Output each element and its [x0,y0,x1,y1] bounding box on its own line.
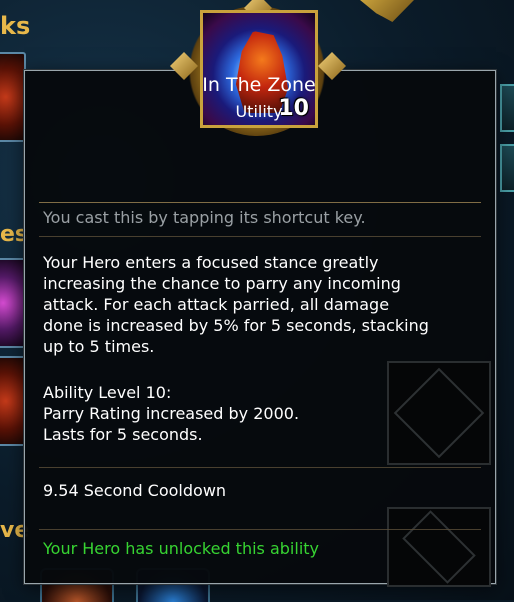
section-header-abilities: ks [0,12,31,40]
divider [39,467,481,468]
ability-level-details: Ability Level 10: Parry Rating increased… [43,382,463,445]
description-line: increasing the chance to parry any incom… [43,274,401,293]
ability-slot-3[interactable] [0,356,26,446]
description-line: up to 5 times. [43,337,155,356]
ability-tooltip: You cast this by tapping its shortcut ke… [24,70,496,587]
level-detail-line: Parry Rating increased by 2000. [43,404,300,423]
unlock-status-text: Your Hero has unlocked this ability [43,539,319,558]
ability-description: Your Hero enters a focused stance greatl… [43,252,483,357]
ability-slot-1[interactable] [0,52,26,142]
right-slot-1[interactable] [500,84,514,132]
right-slot-2[interactable] [500,144,514,192]
level-heading: Ability Level 10: [43,383,172,402]
description-line: done is increased by 5% for 5 seconds, s… [43,316,429,335]
cast-hint-text: You cast this by tapping its shortcut ke… [43,208,366,227]
divider [39,529,481,530]
level-detail-line: Lasts for 5 seconds. [43,425,203,444]
ability-category: Utility [235,102,283,121]
cooldown-text: 9.54 Second Cooldown [43,481,227,500]
description-line: attack. For each attack parried, all dam… [43,295,390,314]
divider [39,236,481,237]
ability-slot-2[interactable] [0,258,26,348]
empty-slot-icon [387,507,491,587]
description-line: Your Hero enters a focused stance greatl… [43,253,379,272]
divider [39,202,481,203]
ability-title: In The Zone [202,74,316,96]
